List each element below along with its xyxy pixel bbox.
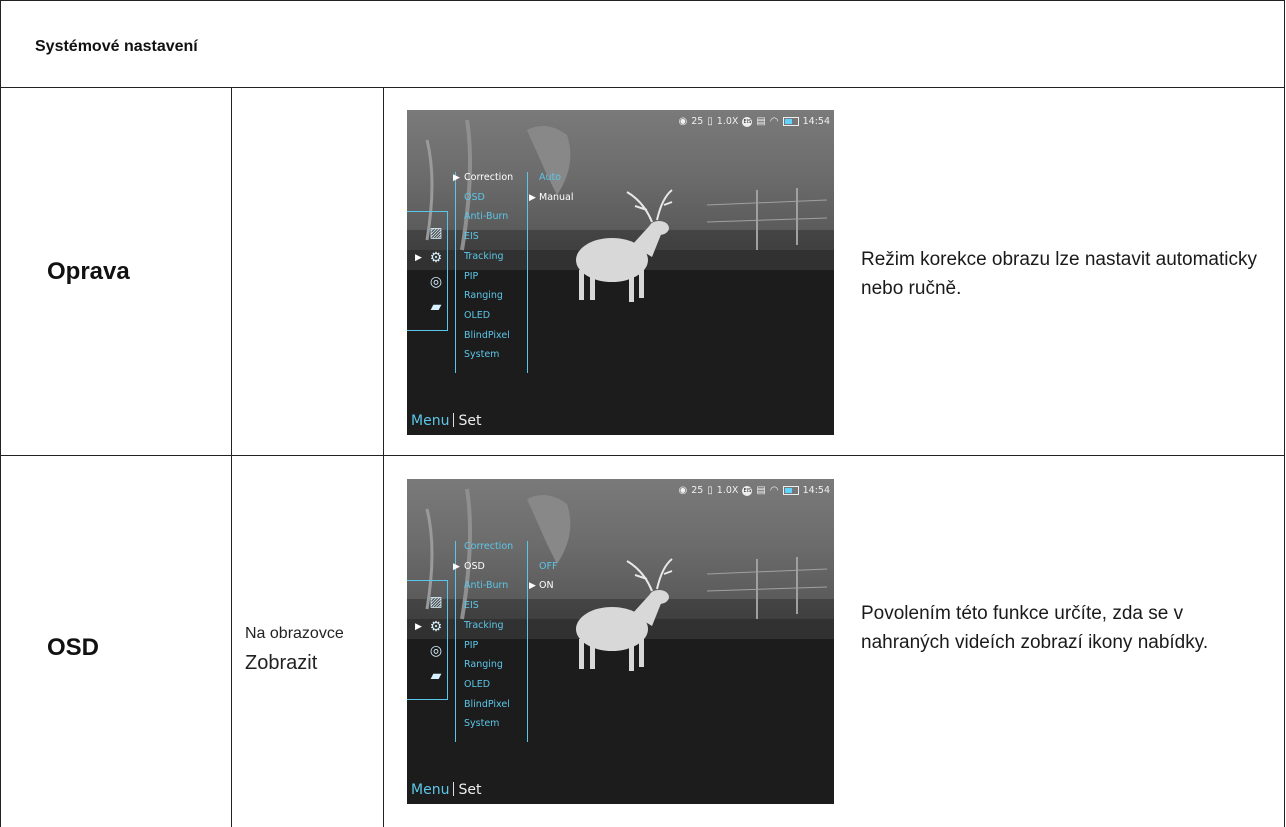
option-manual[interactable]: Manual [539, 192, 574, 203]
status-bar: ◉ 25 ▯ 1.0X EIS ▤ ◠ 14:54 [678, 116, 830, 127]
thermal-screen-osd: ◉ 25 ▯ 1.0X EIS ▤ ◠ 14:54 ▨ ⚙ ◎ ▰ ▶ Correction OSD Anti… [407, 479, 834, 804]
row-divider [0, 455, 1285, 456]
setting-subtitle-line2: Zobrazit [245, 652, 318, 674]
menu-item-ranging[interactable]: Ranging [464, 290, 503, 301]
option-selected-arrow: ▶ [529, 191, 536, 202]
signal-icon: ▤ [756, 115, 766, 127]
col-divider-1 [231, 87, 232, 827]
category-selected-arrow: ▶ [415, 252, 422, 262]
signal-icon: ▤ [756, 484, 766, 496]
setting-description-osd: Povolením této funkce určíte, zda se v n… [861, 603, 1209, 653]
menu-item-ranging[interactable]: Ranging [464, 659, 503, 670]
globe-icon[interactable]: ◎ [428, 642, 444, 658]
wifi-icon: ◠ [769, 115, 779, 127]
status-zoom: 1.0X [716, 485, 739, 496]
menu-selected-arrow: ▶ [453, 560, 460, 571]
menu-item-tracking[interactable]: Tracking [464, 251, 504, 262]
video-icon: ▯ [707, 484, 713, 496]
menu-item-correction[interactable]: Correction [464, 541, 513, 552]
header-divider [0, 87, 1285, 88]
menu-divider-line [455, 172, 456, 373]
option-off[interactable]: OFF [539, 561, 557, 572]
menu-item-eis[interactable]: EIS [464, 231, 479, 242]
col-divider-2 [383, 87, 384, 827]
status-time: 14:54 [802, 485, 830, 496]
gear-icon[interactable]: ⚙ [428, 618, 444, 634]
category-selected-arrow: ▶ [415, 621, 422, 631]
status-zoom: 1.0X [716, 116, 739, 127]
menu-item-osd[interactable]: OSD [464, 192, 485, 203]
menu-item-pip[interactable]: PIP [464, 640, 478, 651]
status-counter: 25 [691, 116, 704, 127]
menu-item-antiburn[interactable]: Anti-Burn [464, 580, 508, 591]
folder-icon[interactable]: ▰ [428, 667, 444, 683]
menu-item-correction[interactable]: Correction [464, 172, 513, 183]
option-on[interactable]: ON [539, 580, 554, 591]
battery-icon [782, 486, 799, 495]
battery-icon [782, 117, 799, 126]
setting-name-osd: OSD [47, 634, 100, 661]
compass-icon: ◉ [678, 115, 688, 127]
menu-item-blindpixel[interactable]: BlindPixel [464, 699, 510, 710]
menu-item-oled[interactable]: OLED [464, 310, 490, 321]
menu-item-pip[interactable]: PIP [464, 271, 478, 282]
menu-item-blindpixel[interactable]: BlindPixel [464, 330, 510, 341]
submenu-divider-line [527, 541, 528, 742]
footer-menu-label: Menu [411, 782, 450, 798]
status-bar: ◉ 25 ▯ 1.0X EIS ▤ ◠ 14:54 [678, 485, 830, 496]
video-icon: ▯ [707, 115, 713, 127]
table-border-top [0, 0, 1285, 1]
status-counter: 25 [691, 485, 704, 496]
thermal-screen-oprava: ◉ 25 ▯ 1.0X EIS ▤ ◠ 14:54 ▨ ⚙ ◎ ▰ ▶ Correction OSD Anti… [407, 110, 834, 435]
menu-item-eis[interactable]: EIS [464, 600, 479, 611]
menu-item-system[interactable]: System [464, 349, 499, 360]
menu-item-osd[interactable]: OSD [464, 561, 485, 572]
option-selected-arrow: ▶ [529, 580, 536, 591]
footer-set-label: Set [458, 782, 482, 798]
table-header-title: Systémové nastavení [35, 38, 198, 55]
gear-icon[interactable]: ⚙ [428, 249, 444, 265]
image-icon[interactable]: ▨ [428, 593, 444, 609]
table-border-right [1284, 0, 1285, 827]
globe-icon[interactable]: ◎ [428, 273, 444, 289]
folder-icon[interactable]: ▰ [428, 298, 444, 314]
screen-footer: Menu Set [411, 782, 481, 798]
setting-subtitle-line1: Na obrazovce [245, 625, 344, 642]
menu-item-oled[interactable]: OLED [464, 679, 490, 690]
image-icon[interactable]: ▨ [428, 224, 444, 240]
footer-divider [453, 413, 455, 427]
menu-item-system[interactable]: System [464, 718, 499, 729]
setting-description-oprava: Režim korekce obrazu lze nastavit automa… [861, 249, 1257, 299]
submenu-divider-line [527, 172, 528, 373]
compass-icon: ◉ [678, 484, 688, 496]
screen-footer: Menu Set [411, 413, 481, 429]
option-auto[interactable]: Auto [539, 172, 561, 183]
setting-name-oprava: Oprava [47, 258, 130, 285]
menu-item-tracking[interactable]: Tracking [464, 620, 504, 631]
wifi-icon: ◠ [769, 484, 779, 496]
menu-selected-arrow: ▶ [453, 172, 460, 182]
eis-icon: EIS [742, 116, 753, 127]
footer-divider [453, 782, 455, 796]
footer-menu-label: Menu [411, 413, 450, 429]
menu-item-antiburn[interactable]: Anti-Burn [464, 211, 508, 222]
eis-icon: EIS [742, 485, 753, 496]
status-time: 14:54 [802, 116, 830, 127]
footer-set-label: Set [458, 413, 482, 429]
table-border-left [0, 0, 1, 827]
